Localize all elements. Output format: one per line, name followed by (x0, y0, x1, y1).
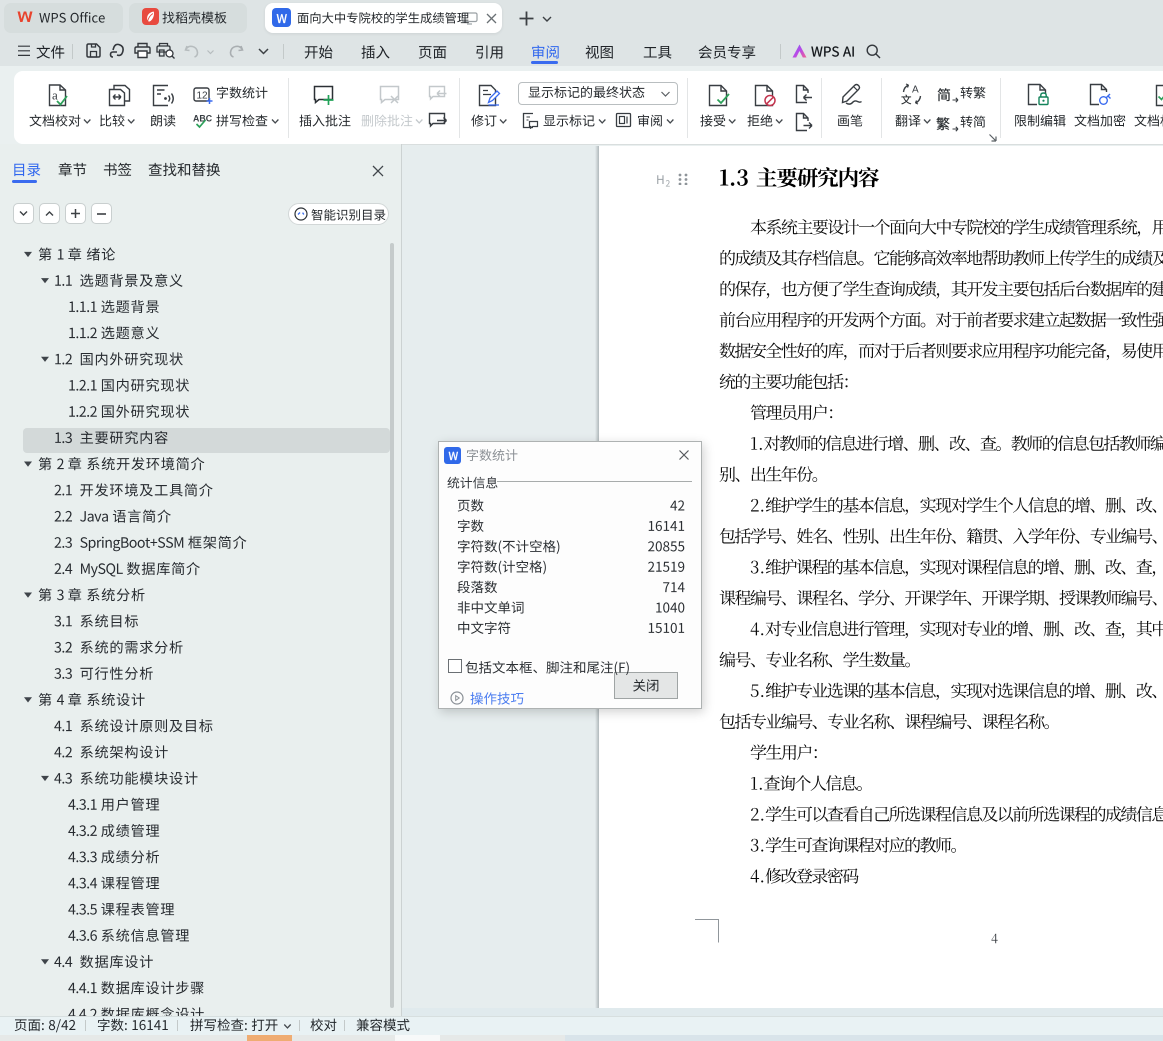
svg-text:12: 12 (197, 91, 209, 102)
svg-text:A: A (912, 85, 919, 96)
svg-text:a: a (52, 88, 58, 103)
